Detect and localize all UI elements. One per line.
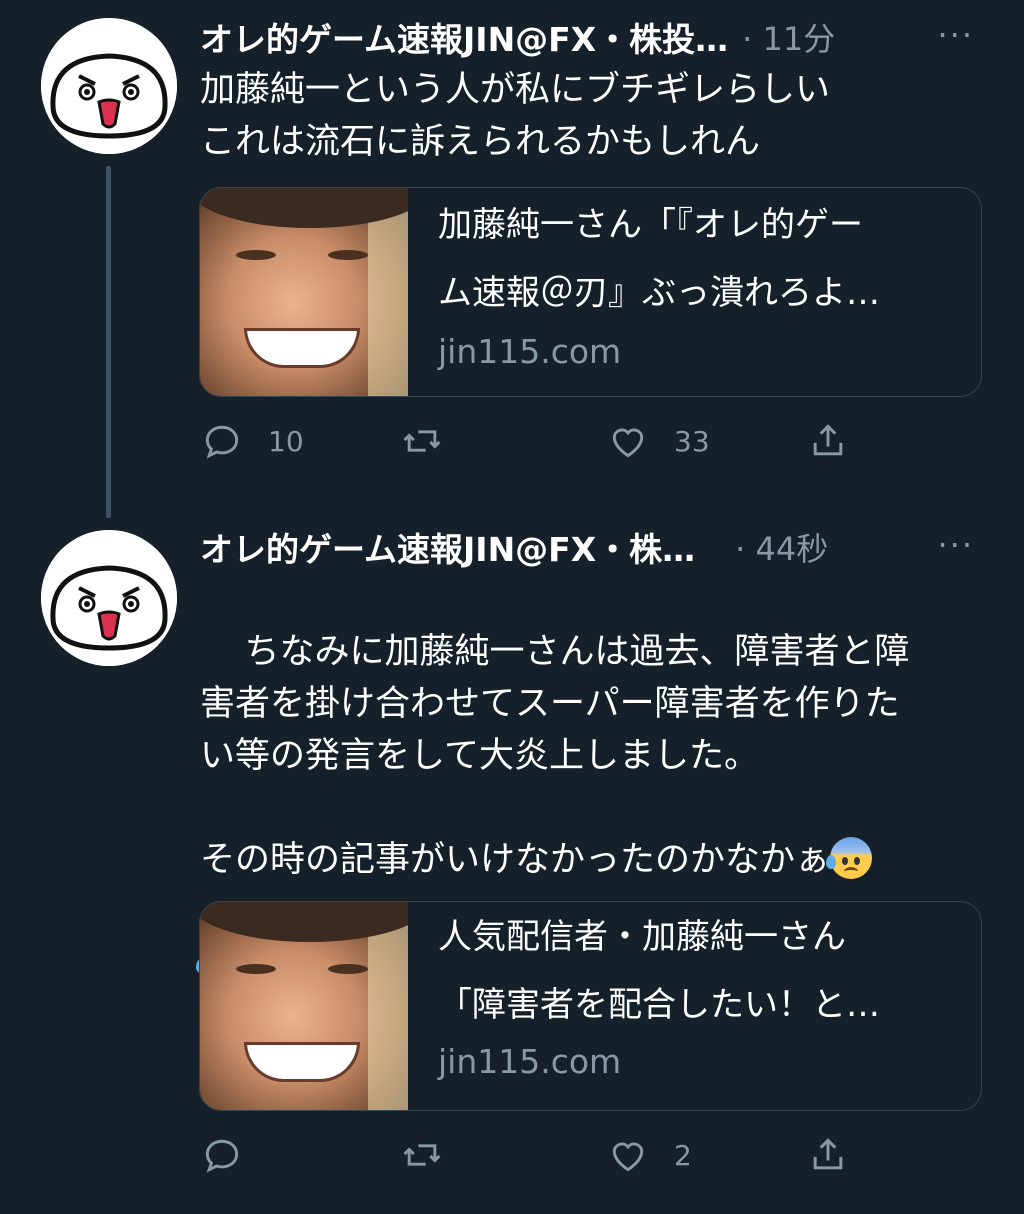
card-thumbnail xyxy=(200,188,408,396)
more-options-icon[interactable]: ··· xyxy=(937,16,974,54)
card-domain: jin115.com xyxy=(438,1042,622,1081)
avatar[interactable] xyxy=(41,530,177,666)
share-button[interactable] xyxy=(806,1130,850,1180)
display-name[interactable]: オレ的ゲーム速報JIN@FX・株… xyxy=(200,523,695,571)
tweet-text-body: ちなみに加藤純一さんは過去、障害者と障 害者を掛け合わせてスーパー障害者を作りた… xyxy=(200,632,910,880)
card-title-line-2: 「障害者を配合したい！と… xyxy=(438,985,880,1025)
timestamp[interactable]: · 11分 xyxy=(742,14,835,60)
share-button[interactable] xyxy=(806,416,850,466)
display-name[interactable]: オレ的ゲーム速報JIN@FX・株投… xyxy=(200,13,728,61)
retweet-button[interactable] xyxy=(400,416,444,466)
share-icon xyxy=(813,424,843,456)
retweet-icon xyxy=(403,1144,441,1166)
card-title-line-1: 加藤純一さん「『オレ的ゲー xyxy=(438,205,863,245)
card-thumbnail xyxy=(200,902,408,1110)
retweet-icon xyxy=(403,430,441,452)
avatar-image xyxy=(41,530,177,666)
reply-button[interactable] xyxy=(200,1130,244,1180)
like-icon xyxy=(612,1142,644,1172)
link-card[interactable]: 人気配信者・加藤純一さん 「障害者を配合したい！と… jin115.com xyxy=(199,901,982,1111)
like-icon xyxy=(612,428,644,458)
card-title-line-2: ム速報＠刃』ぶっ潰れろよ… xyxy=(438,273,880,313)
card-domain: jin115.com xyxy=(438,332,622,371)
link-card[interactable]: 加藤純一さん「『オレ的ゲー ム速報＠刃』ぶっ潰れろよ… jin115.com xyxy=(199,187,982,397)
thread-line xyxy=(106,166,111,518)
timestamp[interactable]: · 44秒 xyxy=(735,524,828,570)
like-button[interactable]: 33 xyxy=(606,416,710,466)
avatar-image xyxy=(41,18,177,154)
share-icon xyxy=(813,1138,843,1170)
avatar[interactable] xyxy=(41,18,177,154)
like-button[interactable]: 2 xyxy=(606,1130,692,1180)
tweet-header: オレ的ゲーム速報JIN@FX・株投… · 11分 ··· xyxy=(200,12,990,62)
action-bar: 10 33 xyxy=(200,416,960,466)
card-title-line-1: 人気配信者・加藤純一さん xyxy=(438,917,846,957)
more-options-icon[interactable]: ··· xyxy=(937,526,974,564)
reply-button[interactable]: 10 xyxy=(200,416,304,466)
retweet-button[interactable] xyxy=(400,1130,444,1180)
like-count: 2 xyxy=(674,1138,692,1172)
tweet-header: オレ的ゲーム速報JIN@FX・株… · 44秒 ··· xyxy=(200,522,990,572)
tweet-text: 加藤純一という人が私にブチギレらしい これは流石に訴えられるかもしれん xyxy=(200,70,831,162)
action-bar: 2 xyxy=(200,1130,960,1180)
reply-count: 10 xyxy=(268,424,304,458)
reply-icon xyxy=(205,425,239,459)
anxious-face-with-sweat-icon xyxy=(826,837,873,879)
like-count: 33 xyxy=(674,424,710,458)
reply-icon xyxy=(205,1139,239,1173)
